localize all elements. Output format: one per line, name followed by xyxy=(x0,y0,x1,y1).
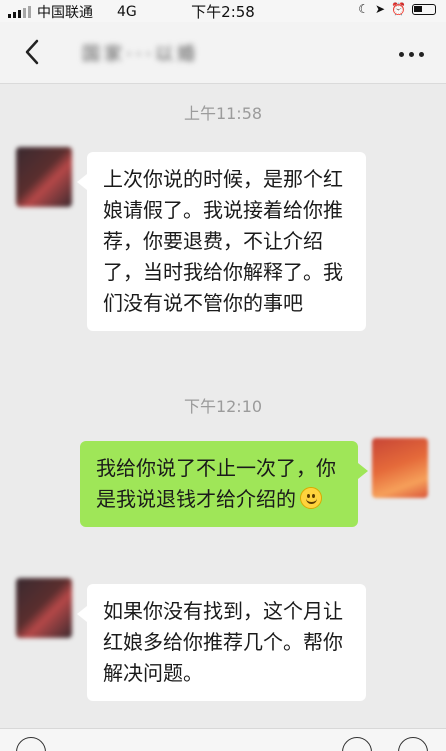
message-text: 如果你没有找到，这个月让红娘多给你推荐几个。帮你解决问题。 xyxy=(103,599,343,685)
emoji-picker-icon[interactable] xyxy=(342,737,372,751)
incoming-message-bubble[interactable]: 上次你说的时候，是那个红娘请假了。我说接着给你推荐，你要退费，不让介绍了，当时我… xyxy=(77,152,366,331)
more-options-icon[interactable] xyxy=(399,52,424,57)
voice-input-icon[interactable] xyxy=(16,737,46,751)
alarm-icon: ⏰ xyxy=(391,2,406,16)
battery-icon xyxy=(412,3,436,15)
message-text: 我给你说了不止一次了，你是我说退钱才给介绍的 xyxy=(96,456,336,511)
back-arrow-icon[interactable] xyxy=(18,37,48,67)
message-timestamp: 上午11:58 xyxy=(183,104,263,123)
message-text: 上次你说的时候，是那个红娘请假了。我说接着给你推荐，你要退费，不让介绍了，当时我… xyxy=(103,167,343,315)
moon-icon: ☾ xyxy=(358,2,369,16)
incoming-message-bubble[interactable]: 如果你没有找到，这个月让红娘多给你推荐几个。帮你解决问题。 xyxy=(77,584,366,701)
add-more-icon[interactable] xyxy=(398,737,428,751)
status-bar: 中国联通 4G 下午2:58 ☾ ➤ ⏰ xyxy=(0,0,446,22)
location-icon: ➤ xyxy=(374,2,386,16)
contact-name: 国家···以婚 xyxy=(82,44,200,65)
chat-header: 国家···以婚 xyxy=(0,22,446,84)
contact-avatar[interactable] xyxy=(16,147,72,207)
status-icons: ☾ ➤ ⏰ xyxy=(358,2,436,16)
contact-avatar[interactable] xyxy=(16,578,72,638)
smile-emoji-icon xyxy=(300,487,322,509)
outgoing-message-bubble[interactable]: 我给你说了不止一次了，你是我说退钱才给介绍的 xyxy=(80,441,368,527)
message-timestamp: 下午12:10 xyxy=(183,397,263,416)
input-bar xyxy=(0,728,446,751)
user-avatar[interactable] xyxy=(372,438,428,498)
